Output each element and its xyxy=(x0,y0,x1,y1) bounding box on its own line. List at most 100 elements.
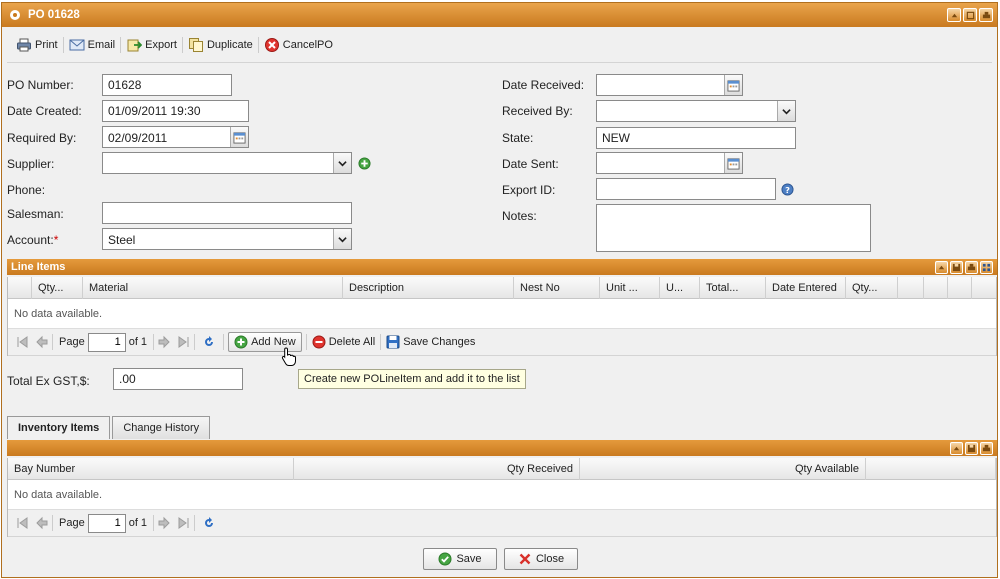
column-header[interactable]: U... xyxy=(660,277,700,299)
disk-icon xyxy=(967,444,976,452)
column-header[interactable]: Bay Number xyxy=(8,458,294,480)
column-header[interactable]: Description xyxy=(343,277,514,299)
received-by-label: Received By: xyxy=(502,104,573,118)
calendar-icon[interactable] xyxy=(724,153,742,173)
column-header[interactable]: Qty Available xyxy=(580,458,866,480)
export-id-input[interactable] xyxy=(596,178,776,200)
date-sent-field[interactable] xyxy=(596,152,743,174)
maximize-button[interactable] xyxy=(963,8,977,22)
notes-label: Notes: xyxy=(502,209,537,223)
total-ex-gst-input[interactable] xyxy=(113,368,243,390)
email-button[interactable]: Email xyxy=(64,36,121,54)
calendar-icon[interactable] xyxy=(230,127,248,147)
salesman-input[interactable] xyxy=(102,202,352,224)
page-number-input[interactable] xyxy=(87,332,126,352)
page-number-input[interactable] xyxy=(87,513,126,533)
inventory-header xyxy=(7,440,997,456)
calendar-icon[interactable] xyxy=(724,75,742,95)
chevron-down-icon[interactable] xyxy=(333,229,351,249)
prev-page-icon[interactable] xyxy=(32,513,52,533)
date-created-input[interactable] xyxy=(102,100,249,122)
next-page-icon[interactable] xyxy=(154,332,174,352)
line-items-pager: Page of 1 Add New Delete All Save Change… xyxy=(8,329,996,356)
inventory-pager: Page of 1 xyxy=(8,510,996,537)
notes-textarea[interactable] xyxy=(596,204,871,252)
chevron-down-icon[interactable] xyxy=(333,153,351,173)
column-header[interactable]: Material xyxy=(83,277,343,299)
delete-icon xyxy=(312,335,326,349)
grid-column-spacer xyxy=(898,277,924,299)
collapse-button[interactable] xyxy=(950,441,963,455)
window-titlebar[interactable]: PO 01628 xyxy=(2,3,997,27)
refresh-icon[interactable] xyxy=(199,332,219,352)
page-label: Page xyxy=(59,517,85,529)
column-header[interactable]: Date Entered xyxy=(766,277,846,299)
line-items-header: Line Items xyxy=(7,259,997,275)
last-page-icon[interactable] xyxy=(174,332,194,352)
required-by-date-field[interactable]: 02/09/2011 xyxy=(102,126,249,148)
date-received-label: Date Received: xyxy=(502,78,585,92)
window-title: PO 01628 xyxy=(28,9,80,21)
next-page-icon[interactable] xyxy=(154,513,174,533)
save-grid-button[interactable] xyxy=(965,441,978,455)
column-header[interactable]: Nest No xyxy=(514,277,600,299)
print-button[interactable]: Print xyxy=(11,36,63,54)
required-by-label: Required By: xyxy=(7,131,77,145)
po-number-input[interactable] xyxy=(102,74,232,96)
print-grid-button[interactable] xyxy=(980,441,993,455)
column-header[interactable]: Qty Received xyxy=(294,458,580,480)
close-icon xyxy=(519,553,531,565)
account-dropdown[interactable]: Steel xyxy=(102,228,352,250)
expand-grid-button[interactable] xyxy=(980,260,993,274)
column-header[interactable]: Total... xyxy=(700,277,766,299)
salesman-label: Salesman: xyxy=(7,207,64,221)
column-header[interactable]: Qty... xyxy=(32,277,83,299)
add-supplier-icon[interactable] xyxy=(358,157,371,170)
required-asterisk: * xyxy=(53,233,59,247)
last-page-icon[interactable] xyxy=(174,513,194,533)
first-page-icon[interactable] xyxy=(12,513,32,533)
tab-change-history[interactable]: Change History xyxy=(112,416,211,439)
collapse-icon xyxy=(953,446,960,450)
collapse-button[interactable] xyxy=(935,260,948,274)
first-page-icon[interactable] xyxy=(12,332,32,352)
column-header[interactable]: Qty... xyxy=(846,277,898,299)
refresh-icon[interactable] xyxy=(199,513,219,533)
state-input[interactable] xyxy=(596,127,796,149)
line-items-grid-header: Qty... Material Description Nest No Unit… xyxy=(8,277,996,299)
gear-icon xyxy=(8,8,22,22)
save-button[interactable]: Save xyxy=(423,548,497,570)
disk-icon xyxy=(952,263,961,271)
print-grid-button[interactable] xyxy=(965,260,978,274)
tab-inventory-items[interactable]: Inventory Items xyxy=(7,416,111,439)
save-grid-button[interactable] xyxy=(950,260,963,274)
po-number-label: PO Number: xyxy=(7,78,74,92)
prev-page-icon[interactable] xyxy=(32,332,52,352)
delete-all-button[interactable]: Delete All xyxy=(307,332,380,352)
column-header[interactable]: Unit ... xyxy=(600,277,660,299)
export-button[interactable]: Export xyxy=(121,36,182,54)
disk-icon xyxy=(386,335,400,349)
received-by-dropdown[interactable] xyxy=(596,100,796,122)
help-icon[interactable]: ? xyxy=(781,183,794,196)
export-icon xyxy=(127,39,143,51)
duplicate-button[interactable]: Duplicate xyxy=(183,36,258,54)
grid-column-spacer xyxy=(924,277,948,299)
supplier-dropdown[interactable] xyxy=(102,152,352,174)
date-received-field[interactable] xyxy=(596,74,743,96)
grid-icon xyxy=(982,263,991,271)
cancel-icon xyxy=(264,37,279,52)
duplicate-icon xyxy=(188,37,203,52)
bottom-tabs: Inventory Items Change History xyxy=(7,416,212,439)
close-button[interactable]: Close xyxy=(504,548,578,570)
save-changes-button[interactable]: Save Changes xyxy=(381,332,480,352)
grid-column-spacer xyxy=(866,458,996,480)
phone-label: Phone: xyxy=(7,183,46,197)
print-window-button[interactable] xyxy=(979,8,993,22)
minimize-button[interactable] xyxy=(947,8,961,22)
cancel-po-button[interactable]: CancelPO xyxy=(259,36,338,54)
check-icon xyxy=(438,552,452,566)
chevron-down-icon[interactable] xyxy=(777,101,795,121)
account-label: Account:* xyxy=(7,233,59,247)
line-items-empty-text: No data available. xyxy=(8,299,996,329)
